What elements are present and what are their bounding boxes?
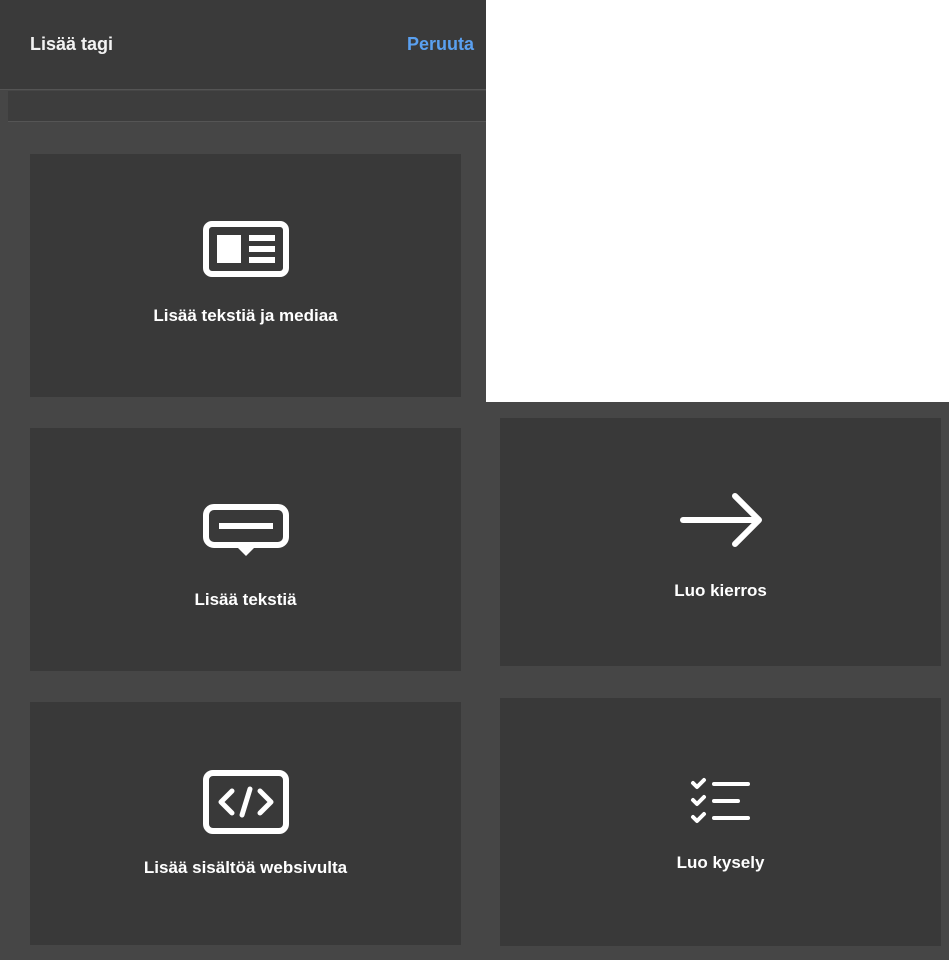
cancel-button[interactable]: Peruuta (407, 34, 474, 55)
arrow-right-icon (679, 493, 762, 547)
code-icon (202, 770, 289, 834)
add-web-content-label: Lisää sisältöä websivulta (143, 858, 348, 877)
text-media-icon (202, 221, 289, 277)
header-divider-bar (8, 91, 486, 122)
checklist-icon (690, 778, 750, 823)
create-quiz-card[interactable]: Luo kysely (500, 698, 941, 946)
speech-bubble-icon (202, 504, 289, 556)
add-text-media-label: Lisää tekstiä ja mediaa (153, 306, 338, 325)
add-text-media-card[interactable]: Lisää tekstiä ja mediaa (30, 154, 461, 397)
create-tour-label: Luo kierros (674, 581, 767, 600)
panel-title: Lisää tagi (30, 34, 114, 54)
create-quiz-label: Luo kysely (676, 853, 765, 872)
create-tour-card[interactable]: Luo kierros (500, 418, 941, 666)
add-web-content-card[interactable]: Lisää sisältöä websivulta (30, 702, 461, 945)
add-text-label: Lisää tekstiä (194, 590, 297, 609)
add-text-card[interactable]: Lisää tekstiä (30, 428, 461, 671)
panel-header: Lisää tagi Peruuta (0, 0, 486, 90)
